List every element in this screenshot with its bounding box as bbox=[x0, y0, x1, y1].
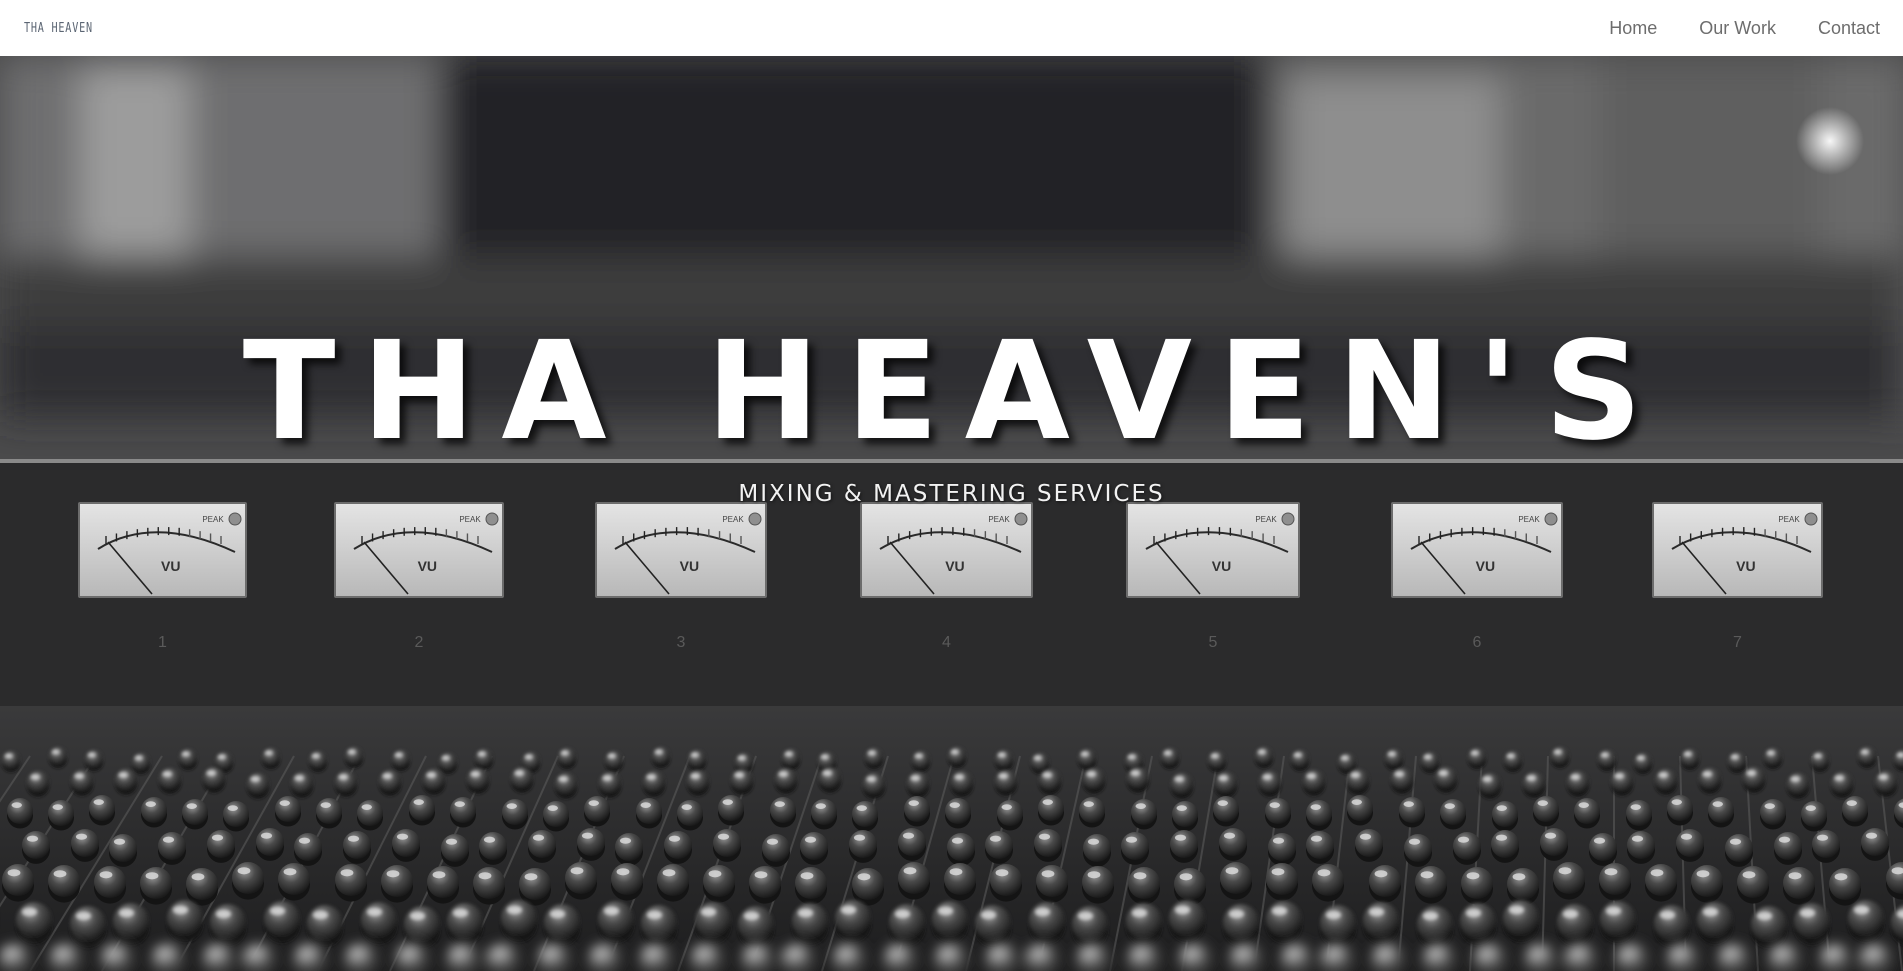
peak-label: PEAK bbox=[1255, 515, 1277, 524]
vu-label: VU bbox=[418, 558, 437, 574]
peak-lamp bbox=[748, 512, 762, 526]
vu-label: VU bbox=[161, 558, 180, 574]
peak-label: PEAK bbox=[988, 515, 1010, 524]
peak-lamp bbox=[485, 512, 499, 526]
nav-link-contact[interactable]: Contact bbox=[1818, 18, 1880, 39]
peak-label: PEAK bbox=[1518, 515, 1540, 524]
channel-number: 3 bbox=[677, 634, 686, 651]
vu-label: VU bbox=[1476, 558, 1495, 574]
nav-link-home[interactable]: Home bbox=[1609, 18, 1657, 39]
peak-lamp bbox=[1804, 512, 1818, 526]
peak-label: PEAK bbox=[202, 515, 224, 524]
vu-label: VU bbox=[1212, 558, 1231, 574]
peak-lamp bbox=[1281, 512, 1295, 526]
hero-title: THA HEAVEN'S bbox=[242, 313, 1669, 471]
channel-number: 4 bbox=[942, 634, 951, 651]
channel-number: 2 bbox=[415, 634, 424, 651]
nav-links: Home Our Work Contact bbox=[1567, 18, 1880, 39]
vu-label: VU bbox=[1736, 558, 1755, 574]
nav-link-our-work[interactable]: Our Work bbox=[1699, 18, 1776, 39]
navbar: THA HEAVEN Home Our Work Contact bbox=[0, 0, 1903, 56]
vu-label: VU bbox=[945, 558, 964, 574]
peak-label: PEAK bbox=[1778, 515, 1800, 524]
peak-label: PEAK bbox=[722, 515, 744, 524]
peak-lamp bbox=[1544, 512, 1558, 526]
hero-section: VU PEAK 1 VU PEAK 2 VU PEAK 3 VU PEAK 4 VU PEAK 5 VU PEA… bbox=[0, 56, 1903, 971]
vu-label: VU bbox=[680, 558, 699, 574]
channel-number: 1 bbox=[158, 634, 167, 651]
channel-number: 7 bbox=[1733, 634, 1742, 651]
hero-subtitle: MIXING & MASTERING SERVICES bbox=[738, 481, 1165, 507]
hero-background-image: VU PEAK 1 VU PEAK 2 VU PEAK 3 VU PEAK 4 VU PEAK 5 VU PEA… bbox=[0, 56, 1903, 971]
peak-lamp bbox=[1014, 512, 1028, 526]
channel-number: 5 bbox=[1209, 634, 1218, 651]
site-logo[interactable]: THA HEAVEN bbox=[24, 21, 93, 36]
peak-label: PEAK bbox=[459, 515, 481, 524]
peak-lamp bbox=[228, 512, 242, 526]
channel-number: 6 bbox=[1473, 634, 1482, 651]
